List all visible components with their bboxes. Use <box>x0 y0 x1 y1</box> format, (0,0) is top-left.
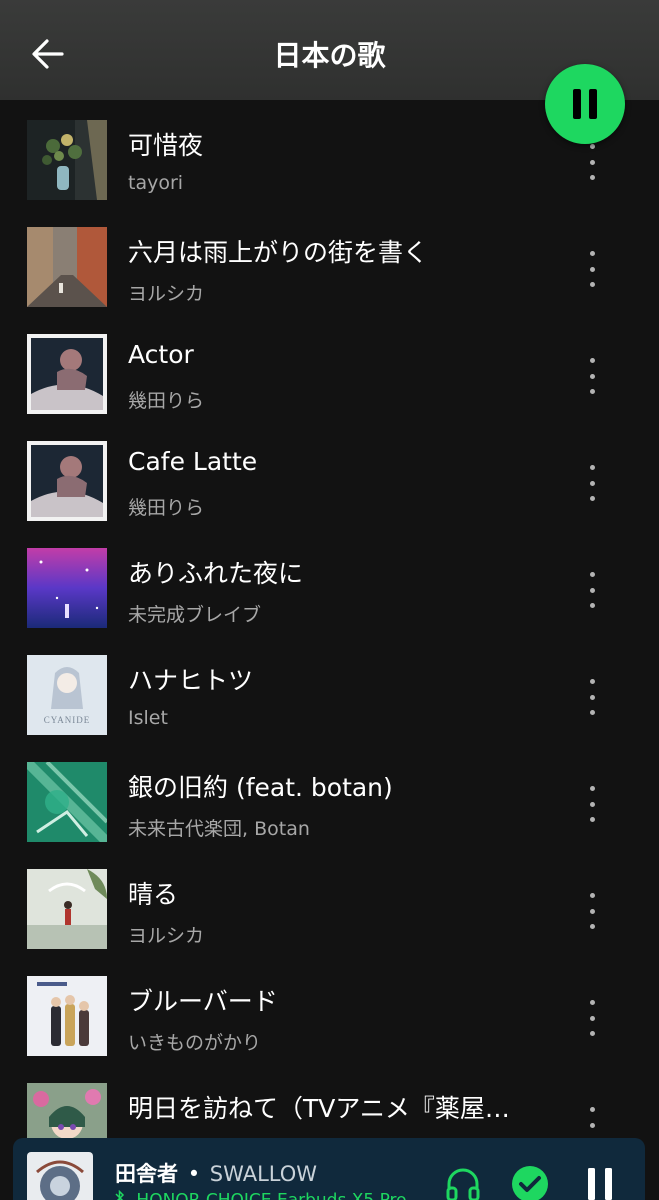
more-vertical-icon <box>589 1000 595 1036</box>
album-art: CYANIDE <box>27 655 107 735</box>
track-title: 可惜夜 <box>128 131 204 160</box>
more-vertical-icon <box>589 572 595 608</box>
track-artist: Islet <box>128 707 168 729</box>
track-artist: いきものがかり <box>128 1032 262 1054</box>
more-vertical-icon <box>589 465 595 501</box>
more-vertical-icon <box>589 358 595 394</box>
album-art <box>27 869 107 949</box>
track-title: Cafe Latte <box>128 447 258 476</box>
device-name: HONOR CHOICE Earbuds X5 Pro <box>136 1191 406 1200</box>
track-title: 銀の旧約 (feat. botan) <box>128 773 393 802</box>
more-options-button[interactable] <box>572 461 612 505</box>
album-art <box>27 441 107 521</box>
bluetooth-icon <box>115 1189 125 1200</box>
track-row[interactable]: 六月は雨上がりの街を書く ヨルシカ <box>0 207 659 314</box>
headphones-icon <box>446 1168 480 1200</box>
more-options-button[interactable] <box>572 889 612 933</box>
connect-device-button[interactable] <box>441 1162 485 1200</box>
track-row[interactable]: CYANIDE ハナヒトツ Islet <box>0 635 659 742</box>
more-options-button[interactable] <box>572 782 612 826</box>
track-artist: 幾田りら <box>128 390 205 412</box>
more-vertical-icon <box>589 893 595 929</box>
track-title: 六月は雨上がりの街を書く <box>128 238 429 267</box>
check-circle-icon <box>512 1166 548 1200</box>
more-options-button[interactable] <box>572 568 612 612</box>
track-artist: 幾田りら <box>128 497 205 519</box>
now-playing-art <box>27 1152 93 1200</box>
track-artist: ヨルシカ <box>128 925 205 947</box>
now-playing-song: 田舎者 <box>115 1162 178 1186</box>
connected-device: HONOR CHOICE Earbuds X5 Pro <box>115 1189 407 1200</box>
mini-player[interactable]: 田舎者 • SWALLOW HONOR CHOICE Earbuds X5 Pr… <box>13 1138 645 1200</box>
track-row[interactable]: 銀の旧約 (feat. botan) 未来古代楽団, Botan <box>0 742 659 849</box>
mini-pause-button[interactable] <box>578 1162 622 1200</box>
track-row[interactable]: Actor 幾田りら <box>0 314 659 421</box>
now-playing-artist: SWALLOW <box>209 1162 318 1186</box>
track-title: ブルーバード <box>128 987 278 1016</box>
album-art <box>27 227 107 307</box>
page-title: 日本の歌 <box>273 39 386 72</box>
track-row[interactable]: Cafe Latte 幾田りら <box>0 421 659 528</box>
more-vertical-icon <box>589 144 595 180</box>
more-vertical-icon <box>589 786 595 822</box>
pause-icon <box>588 1168 612 1200</box>
track-list: 可惜夜 tayori 六月は雨上がりの街を書く ヨルシカ Actor 幾田りら … <box>0 100 659 1170</box>
more-options-button[interactable] <box>572 675 612 719</box>
more-options-button[interactable] <box>572 140 612 184</box>
track-title: ありふれた夜に <box>128 559 304 588</box>
track-row[interactable]: ブルーバード いきものがかり <box>0 956 659 1063</box>
title-separator: • <box>187 1162 201 1186</box>
pause-button[interactable] <box>545 64 625 144</box>
track-artist: 未来古代楽団, Botan <box>128 818 310 840</box>
track-artist: 未完成ブレイブ <box>128 604 262 626</box>
track-title: Actor <box>128 340 194 369</box>
track-artist: tayori <box>128 172 184 194</box>
album-art <box>27 120 107 200</box>
album-art <box>27 762 107 842</box>
album-art <box>27 976 107 1056</box>
track-title: 明日を訪ねて（TVアニメ『薬屋… <box>128 1094 510 1123</box>
more-options-button[interactable] <box>572 354 612 398</box>
track-row[interactable]: 晴る ヨルシカ <box>0 849 659 956</box>
album-art <box>27 548 107 628</box>
album-art-caption: CYANIDE <box>44 715 91 725</box>
now-playing-title: 田舎者 • SWALLOW <box>115 1158 317 1188</box>
playlist-page: 日本の歌 可惜夜 tayori 六月は雨上がりの街を書く ヨルシカ Actor … <box>0 0 659 1200</box>
more-vertical-icon <box>589 679 595 715</box>
track-title: 晴る <box>128 880 179 909</box>
more-options-button[interactable] <box>572 996 612 1040</box>
pause-icon <box>569 89 601 119</box>
more-options-button[interactable] <box>572 247 612 291</box>
added-to-library-button[interactable] <box>508 1162 552 1200</box>
track-row[interactable]: ありふれた夜に 未完成ブレイブ <box>0 528 659 635</box>
track-title: ハナヒトツ <box>128 666 254 695</box>
album-art <box>27 334 107 414</box>
track-artist: ヨルシカ <box>128 283 205 305</box>
more-vertical-icon <box>589 251 595 287</box>
